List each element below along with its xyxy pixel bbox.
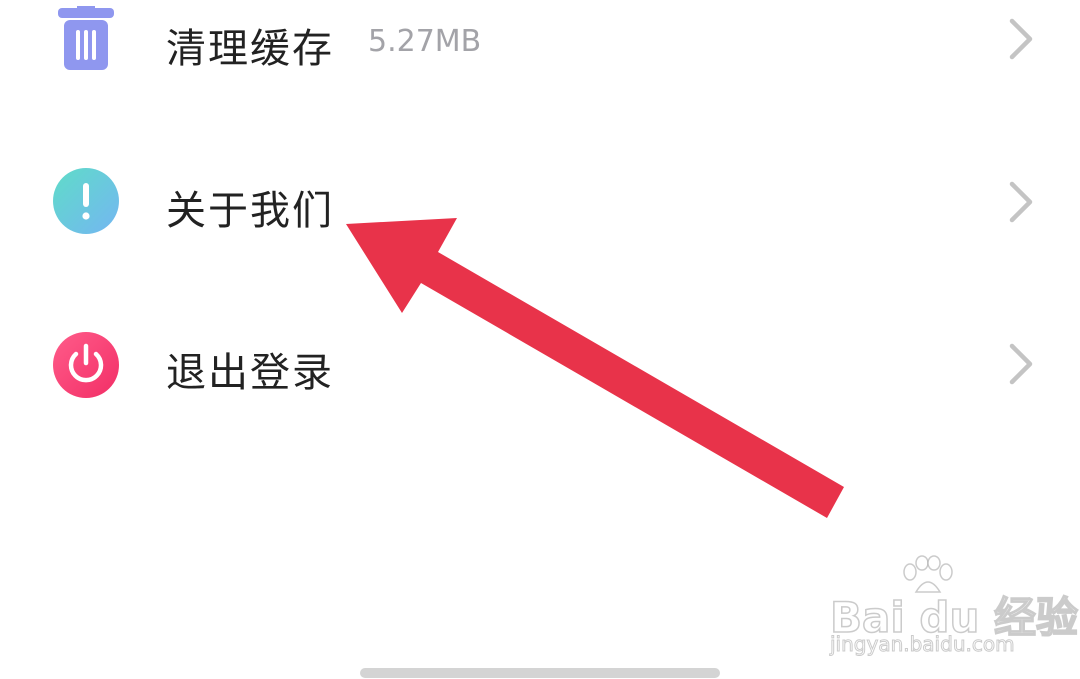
chevron-right-icon bbox=[1004, 15, 1040, 63]
settings-screen: 清理缓存 5.27MB 关于我们 退出登录 Bai du 经验 jingyan.… bbox=[0, 0, 1080, 679]
home-indicator[interactable] bbox=[360, 668, 720, 678]
about-us-item[interactable]: 关于我们 bbox=[0, 142, 1080, 262]
chevron-right-icon bbox=[1004, 340, 1040, 388]
clear-cache-item[interactable]: 清理缓存 5.27MB bbox=[0, 0, 1080, 100]
trash-icon bbox=[52, 3, 120, 74]
chevron-right-icon bbox=[1004, 178, 1040, 226]
watermark-url: jingyan.baidu.com bbox=[830, 632, 1016, 657]
baidu-jingyan-watermark: Bai du 经验 jingyan.baidu.com bbox=[826, 555, 1079, 660]
about-us-label: 关于我们 bbox=[166, 188, 334, 234]
info-exclamation-icon bbox=[52, 167, 120, 235]
clear-cache-label: 清理缓存 bbox=[166, 26, 334, 72]
logout-label: 退出登录 bbox=[166, 350, 334, 396]
cache-size-value: 5.27MB bbox=[368, 24, 482, 59]
power-icon bbox=[52, 331, 120, 399]
logout-item[interactable]: 退出登录 bbox=[0, 304, 1080, 424]
